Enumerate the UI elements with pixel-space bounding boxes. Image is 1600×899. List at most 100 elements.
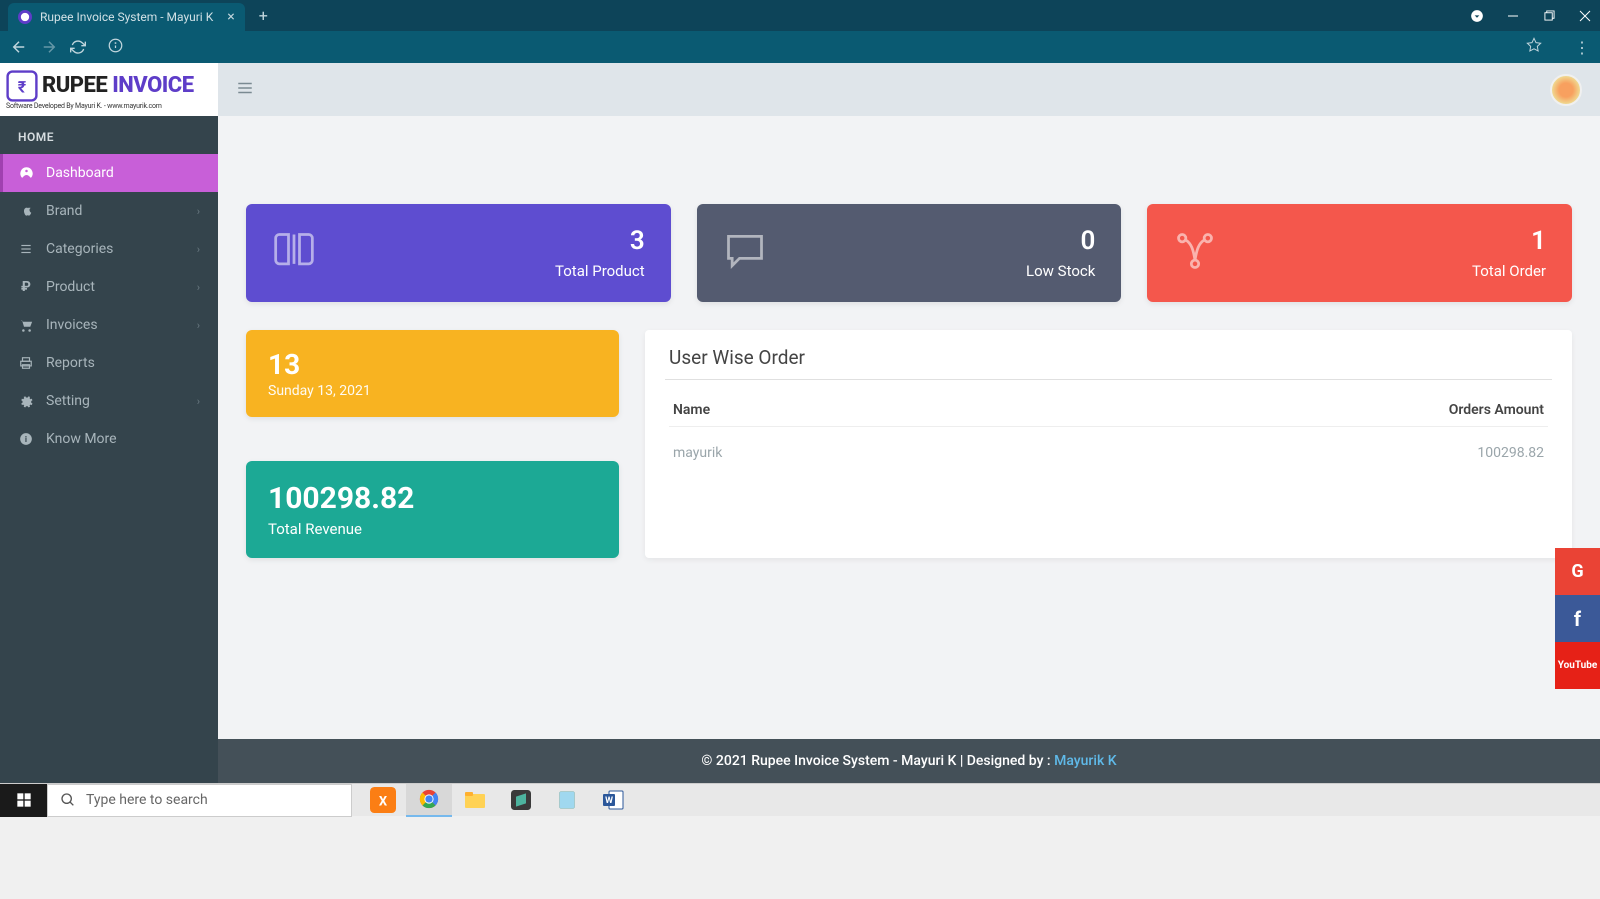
browser-toolbar: ⋮	[0, 31, 1600, 63]
logo-text-2: INVOICE	[112, 73, 193, 98]
svg-text:W: W	[605, 796, 613, 806]
sidebar-label: Product	[46, 279, 95, 295]
card-date: 13 Sunday 13, 2021	[246, 330, 619, 417]
user-wise-order-panel: User Wise Order Name Orders Amount mayur…	[645, 330, 1572, 558]
sidebar: ₹ RUPEE INVOICE Software Developed By Ma…	[0, 63, 218, 783]
bookmark-icon[interactable]	[1526, 37, 1542, 57]
sidebar-item-product[interactable]: ₽ Product ›	[0, 268, 218, 306]
header-amount: Orders Amount	[1449, 402, 1544, 418]
book-icon	[272, 229, 316, 277]
window-controls	[1470, 9, 1592, 23]
tab-favicon-icon	[18, 10, 32, 24]
dashboard-icon	[18, 166, 34, 181]
forward-button[interactable]	[40, 38, 58, 56]
sidebar-label: Reports	[46, 355, 95, 371]
sidebar-item-invoices[interactable]: Invoices ›	[0, 306, 218, 344]
sidebar-label: Know More	[46, 431, 117, 447]
cell-amount: 100298.82	[1477, 445, 1544, 461]
print-icon	[18, 356, 34, 370]
revenue-value: 100298.82	[268, 481, 597, 516]
chat-icon	[723, 229, 767, 277]
stat-value: 0	[1026, 226, 1095, 256]
table-header: Name Orders Amount	[669, 394, 1548, 427]
footer-link[interactable]: Mayurik K	[1054, 753, 1116, 769]
rupee-icon: ₽	[18, 279, 34, 295]
branch-icon	[1173, 229, 1217, 277]
back-button[interactable]	[10, 38, 28, 56]
svg-text:i: i	[25, 434, 27, 444]
card-total-product[interactable]: 3 Total Product	[246, 204, 671, 302]
sidebar-label: Invoices	[46, 317, 98, 333]
sidebar-item-dashboard[interactable]: Dashboard	[0, 154, 218, 192]
date-full: Sunday 13, 2021	[268, 383, 597, 399]
social-buttons: G f YouTube	[1555, 548, 1600, 689]
stat-label: Total Product	[555, 262, 645, 280]
sidebar-label: Setting	[46, 393, 90, 409]
revenue-label: Total Revenue	[268, 520, 597, 538]
minimize-icon[interactable]	[1506, 9, 1520, 23]
sidebar-item-categories[interactable]: Categories ›	[0, 230, 218, 268]
site-info-icon[interactable]	[108, 38, 123, 57]
sidebar-label: Dashboard	[46, 165, 114, 181]
info-icon: i	[18, 432, 34, 446]
chevron-right-icon: ›	[197, 395, 200, 408]
youtube-button[interactable]: YouTube	[1555, 642, 1600, 689]
browser-menu-icon[interactable]: ⋮	[1574, 38, 1590, 57]
new-tab-button[interactable]: +	[259, 6, 268, 25]
stat-label: Low Stock	[1026, 262, 1095, 280]
user-avatar[interactable]	[1550, 74, 1582, 106]
hamburger-menu-icon[interactable]	[236, 79, 254, 101]
card-revenue: 100298.82 Total Revenue	[246, 461, 619, 558]
search-icon	[60, 792, 76, 808]
windows-taskbar: Type here to search X W	[0, 783, 1600, 816]
topbar	[218, 63, 1600, 116]
facebook-button[interactable]: f	[1555, 595, 1600, 642]
cart-icon	[18, 318, 34, 333]
sidebar-item-brand[interactable]: Brand ›	[0, 192, 218, 230]
table-row: mayurik 100298.82	[669, 427, 1548, 467]
svg-text:X: X	[379, 794, 388, 809]
reload-button[interactable]	[70, 39, 86, 55]
stat-value: 3	[555, 226, 645, 256]
stat-value: 1	[1472, 226, 1546, 256]
dashboard-content: 3 Total Product 0 Low Stock 1 Total Or	[218, 116, 1600, 739]
footer: © 2021 Rupee Invoice System - Mayuri K |…	[218, 739, 1600, 783]
app-container: ₹ RUPEE INVOICE Software Developed By Ma…	[0, 63, 1600, 783]
gear-icon	[18, 394, 34, 408]
address-bar[interactable]	[98, 35, 1552, 59]
list-icon	[18, 242, 34, 256]
apple-icon	[18, 204, 34, 218]
tab-title: Rupee Invoice System - Mayuri K	[40, 10, 213, 24]
card-low-stock[interactable]: 0 Low Stock	[697, 204, 1122, 302]
taskbar-explorer-icon[interactable]	[452, 784, 498, 817]
sidebar-item-reports[interactable]: Reports	[0, 344, 218, 382]
logo-subtitle: Software Developed By Mayuri K. - www.ma…	[6, 102, 212, 110]
tab-close-icon[interactable]: ×	[227, 9, 234, 25]
taskbar-chrome-icon[interactable]	[406, 784, 452, 817]
logo-text-1: RUPEE	[42, 73, 112, 98]
footer-text: © 2021 Rupee Invoice System - Mayuri K |…	[701, 753, 1054, 769]
logo-icon: ₹	[6, 70, 38, 102]
account-icon[interactable]	[1470, 9, 1484, 23]
taskbar-notepad-icon[interactable]	[544, 784, 590, 817]
chevron-right-icon: ›	[197, 205, 200, 218]
google-button[interactable]: G	[1555, 548, 1600, 595]
maximize-icon[interactable]	[1542, 9, 1556, 23]
start-button[interactable]	[0, 784, 47, 817]
sidebar-item-knowmore[interactable]: i Know More	[0, 420, 218, 458]
cell-name: mayurik	[673, 445, 1477, 461]
taskbar-search[interactable]: Type here to search	[47, 784, 352, 817]
logo[interactable]: ₹ RUPEE INVOICE Software Developed By Ma…	[0, 63, 218, 116]
stat-label: Total Order	[1472, 262, 1546, 280]
taskbar-word-icon[interactable]: W	[590, 784, 636, 817]
taskbar-sublime-icon[interactable]	[498, 784, 544, 817]
svg-text:₹: ₹	[18, 77, 27, 96]
browser-tab[interactable]: Rupee Invoice System - Mayuri K ×	[8, 3, 245, 31]
sidebar-item-setting[interactable]: Setting ›	[0, 382, 218, 420]
close-window-icon[interactable]	[1578, 9, 1592, 23]
taskbar-xampp-icon[interactable]: X	[360, 784, 406, 817]
card-total-order[interactable]: 1 Total Order	[1147, 204, 1572, 302]
main-content: 3 Total Product 0 Low Stock 1 Total Or	[218, 63, 1600, 783]
sidebar-label: Brand	[46, 203, 82, 219]
header-name: Name	[673, 402, 1449, 418]
